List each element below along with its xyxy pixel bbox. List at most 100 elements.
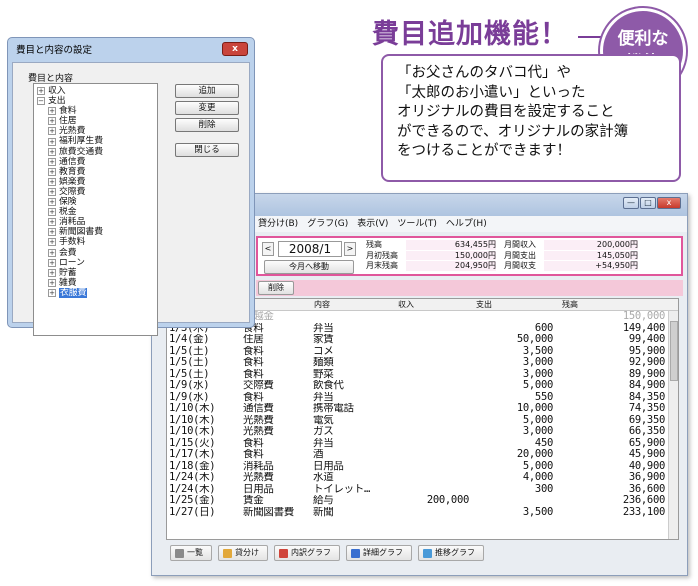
expand-icon[interactable]: + [48,157,56,166]
expand-icon[interactable]: + [48,117,56,126]
category-tree[interactable]: + 収入 − 支出 + 食料 + 住居 + 光熱費 + 福利厚生費 + 旅費交通費 + 通信費 + 教育費 + 娯楽費… [33,83,158,336]
column-header[interactable]: 支出 [473,299,492,311]
menu-graph[interactable]: グラフ(G) [307,216,348,232]
tab-bar-chart[interactable]: 詳細グラフ [346,545,412,561]
table-row[interactable]: 1/15(火) 食料 弁当 450 65,900 [167,438,669,450]
dialog-close-icon[interactable]: x [222,42,248,56]
table-row[interactable]: 1/5(土) 食料 野菜 3,000 89,900 [167,369,669,381]
cell-date: 1/24(木) [169,472,216,483]
expand-icon[interactable]: + [48,258,56,267]
expand-icon[interactable]: + [48,288,56,297]
tree-item[interactable]: + 税金 [37,207,154,217]
column-header[interactable]: 収入 [395,299,414,311]
table-row[interactable]: 1/9(水) 食料 弁当 550 84,350 [167,392,669,404]
tree-item[interactable]: + 保険 [37,197,154,207]
tree-item[interactable]: + 食料 [37,106,154,116]
maximize-button[interactable]: □ [640,197,656,209]
table-row[interactable]: 1/24(木) 日用品 トイレット… 300 36,600 [167,484,669,496]
expand-icon[interactable]: + [48,177,56,186]
tree-item[interactable]: + 消耗品 [37,217,154,227]
tree-item[interactable]: + 雑費 [37,278,154,288]
tree-item[interactable]: + 交際費 [37,187,154,197]
vertical-scrollbar[interactable] [668,311,678,539]
tab-list[interactable]: 一覧 [170,545,212,561]
expand-icon[interactable]: + [48,167,56,176]
tree-item-label: 消耗品 [59,217,86,228]
expand-icon[interactable]: + [48,238,56,247]
expand-icon[interactable]: + [37,87,45,96]
table-row[interactable]: 1/25(金) 賃金 給与 200,000 236,600 [167,495,669,507]
expand-icon[interactable]: + [48,278,56,287]
this-month-button[interactable]: 今月へ移動 [264,260,354,274]
table-row[interactable]: 1/4(金) 住居 家賃 50,000 99,400 [167,334,669,346]
tree-item[interactable]: + 収入 [37,86,154,96]
close-button[interactable]: x [657,197,681,209]
table-row[interactable]: 1/5(土) 食料 麺類 3,000 92,900 [167,357,669,369]
summary-label: 月末残高 [366,261,398,271]
cell-expense: 5,000 [522,380,553,391]
cell-expense: 3,500 [522,506,553,518]
table-row[interactable]: 1/10(木) 光熱費 電気 5,000 69,350 [167,415,669,427]
tree-item-label: 住居 [59,116,77,127]
tree-item[interactable]: + 通信費 [37,157,154,167]
collapse-icon[interactable]: − [37,97,45,106]
tree-item[interactable]: + 新聞図書費 [37,227,154,237]
minimize-button[interactable]: — [623,197,639,209]
expand-icon[interactable]: + [48,218,56,227]
tree-item[interactable]: + 貯蓄 [37,268,154,278]
tree-item[interactable]: + 手数料 [37,237,154,247]
expand-icon[interactable]: + [48,107,56,116]
menu-view[interactable]: 表示(V) [357,216,388,232]
next-month-button[interactable]: > [344,242,356,256]
tree-item[interactable]: − 支出 [37,96,154,106]
expand-icon[interactable]: + [48,198,56,207]
tree-item[interactable]: + 教育費 [37,167,154,177]
table-row[interactable]: 1/18(金) 消耗品 日用品 5,000 40,900 [167,461,669,473]
table-row[interactable]: 1/9(水) 交際費 飲食代 5,000 84,900 [167,380,669,392]
tree-item[interactable]: + 衣服費 [37,287,154,298]
tree-item[interactable]: + 旅費交通費 [37,147,154,157]
table-row[interactable]: 1/17(木) 食料 酒 20,000 45,900 [167,449,669,461]
expand-icon[interactable]: + [48,208,56,217]
table-row[interactable]: 1/10(木) 光熱費 ガス 3,000 66,350 [167,426,669,438]
cell-balance: 95,900 [628,345,665,357]
tree-item[interactable]: + 光熱費 [37,126,154,136]
expand-icon[interactable]: + [48,228,56,237]
dialog-title: 費目と内容の設定 [16,45,93,56]
menu-help[interactable]: ヘルプ(H) [446,216,487,232]
delete-entry-button[interactable]: 削除 [258,281,294,295]
menu-tools[interactable]: ツール(T) [397,216,437,232]
tab-line-chart[interactable]: 推移グラフ [418,545,484,561]
add-button[interactable]: 追加 [175,84,239,98]
tree-item[interactable]: + ローン [37,258,154,268]
column-header[interactable]: 内容 [311,299,330,311]
expand-icon[interactable]: + [48,127,56,136]
dialog-close-button[interactable]: 閉じる [175,143,239,157]
tree-item[interactable]: + 住居 [37,116,154,126]
delete-button[interactable]: 削除 [175,118,239,132]
table-row[interactable]: 1/5(土) 食料 コメ 3,500 95,900 [167,346,669,358]
tree-item[interactable]: + 福利厚生費 [37,136,154,146]
prev-month-button[interactable]: < [262,242,274,256]
cell-date: 1/5(土) [169,368,210,380]
month-display[interactable]: 2008/1 [278,241,342,257]
cell-expense: 3,000 [522,426,553,437]
expand-icon[interactable]: + [48,147,56,156]
change-button[interactable]: 変更 [175,101,239,115]
tree-item-label: 新聞図書費 [59,227,103,238]
tree-item[interactable]: + 会費 [37,248,154,258]
expand-icon[interactable]: + [48,268,56,277]
expand-icon[interactable]: + [48,187,56,196]
menu-split[interactable]: 貸分け(B) [258,216,298,232]
table-row[interactable]: 1/10(木) 通信費 携帯電話 10,000 74,350 [167,403,669,415]
tab-pie-chart[interactable]: 内訳グラフ [274,545,340,561]
badge-line1: 便利な [617,29,669,49]
tree-item[interactable]: + 娯楽費 [37,177,154,187]
table-row[interactable]: 1/27(日) 新聞図書費 新聞 3,500 233,100 [167,507,669,519]
tab-folder[interactable]: 貸分け [218,545,268,561]
table-row[interactable]: 1/24(木) 光熱費 水道 4,000 36,900 [167,472,669,484]
expand-icon[interactable]: + [48,248,56,257]
column-header[interactable]: 残高 [559,299,578,311]
scroll-thumb[interactable] [670,321,678,381]
expand-icon[interactable]: + [48,137,56,146]
